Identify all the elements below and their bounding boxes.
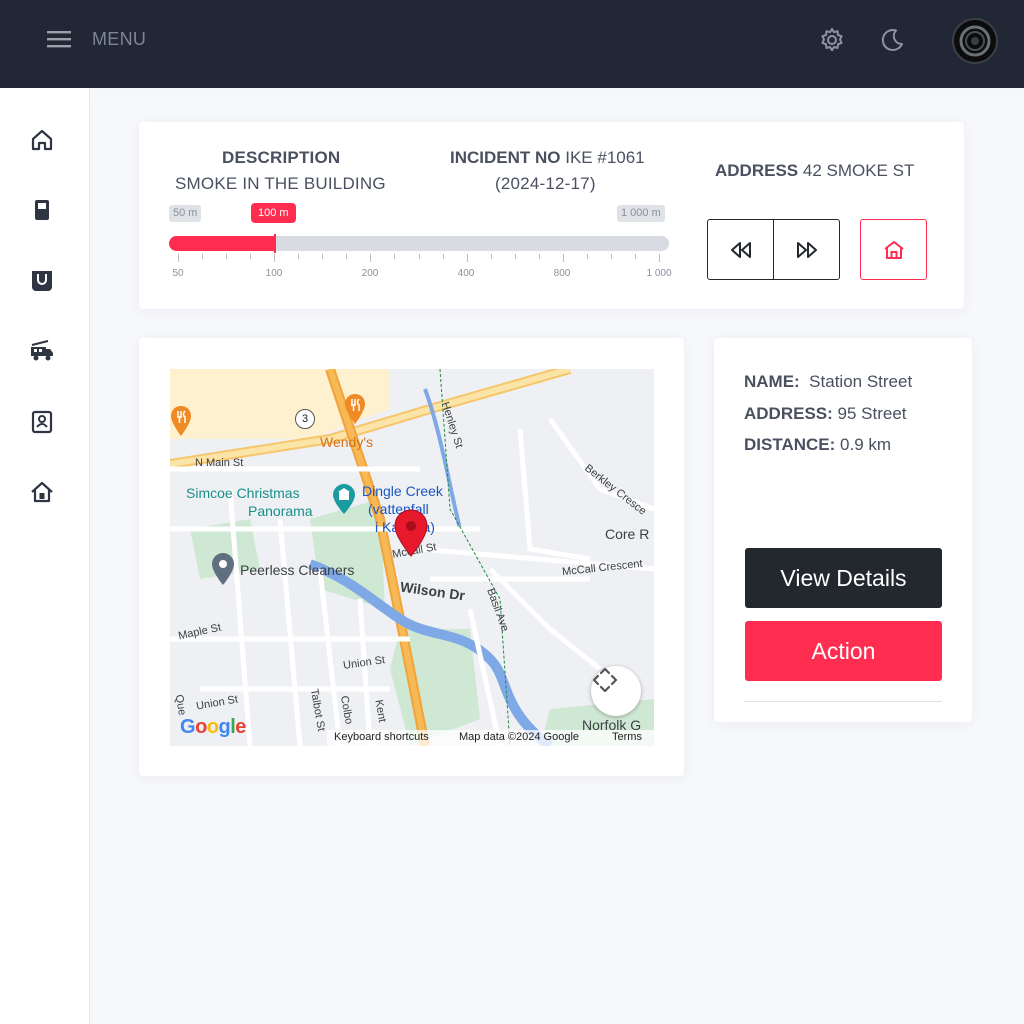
location-marker-icon[interactable] [394, 509, 428, 557]
incident-number: IKE #1061 [565, 148, 645, 167]
incident-number-line: INCIDENT NO IKE #1061 [450, 148, 645, 168]
slider-tick-label: 1 000 [646, 268, 672, 279]
slider-tick [586, 254, 588, 259]
slider-tick [490, 254, 492, 259]
home-outline-icon [883, 240, 904, 259]
slider-tick-label: 800 [553, 268, 571, 279]
address-line: ADDRESS 42 SMOKE ST [715, 161, 914, 181]
station-icon[interactable] [28, 478, 56, 506]
slider-tick [298, 254, 300, 259]
fast-forward-button[interactable] [773, 220, 839, 279]
range-min-badge: 50 m [169, 205, 202, 222]
map-data-credit: Map data ©2024 Google [459, 731, 580, 743]
slider-tick-label: 50 [172, 268, 184, 279]
rewind-icon [730, 241, 751, 258]
map-label-n-main: N Main St [195, 457, 244, 469]
slider-tick-label: 200 [361, 268, 379, 279]
description-title: DESCRIPTION [222, 148, 341, 167]
restaurant-pin-icon-2 [345, 394, 365, 424]
slider-tick [466, 254, 468, 262]
station-address-label: ADDRESS: [744, 404, 833, 423]
map-label-core: Core R [605, 526, 650, 542]
keyboard-shortcuts-link[interactable]: Keyboard shortcuts [334, 731, 429, 743]
slider-fill [169, 236, 274, 251]
range-value-badge: 100 m [251, 203, 296, 223]
map-label-panorama: Panorama [248, 503, 313, 519]
google-logo: Google [180, 716, 246, 738]
slider-tick [634, 254, 636, 259]
station-distance-row: DISTANCE: 0.9 km [744, 435, 891, 455]
fullscreen-button[interactable] [591, 666, 641, 716]
slider-tick [562, 254, 564, 262]
station-address-value: 95 Street [837, 404, 907, 423]
map-view[interactable]: Wendy's N Main St Simcoe Christmas Panor… [170, 369, 654, 746]
top-bar: MENU [0, 0, 1024, 88]
incident-title: INCIDENT NO [450, 148, 561, 167]
distance-slider[interactable] [169, 234, 669, 253]
rewind-button[interactable] [708, 220, 773, 279]
slider-tick-label: 100 [265, 268, 283, 279]
fast-forward-icon [796, 241, 817, 258]
description-text: SMOKE IN THE BUILDING [175, 174, 386, 193]
station-name-row: NAME: Station Street [744, 372, 912, 392]
contact-icon[interactable] [28, 408, 56, 436]
slider-tick [346, 254, 348, 259]
slider-tick [178, 254, 179, 262]
action-button[interactable]: Action [745, 621, 942, 681]
range-max-badge: 1 000 m [617, 205, 665, 222]
slider-tick [514, 254, 516, 259]
address-title: ADDRESS [715, 161, 799, 180]
fuel-icon[interactable] [28, 196, 56, 224]
map-label-simcoe: Simcoe Christmas [186, 485, 300, 501]
slider-tick [202, 254, 204, 259]
slider-tick [322, 254, 324, 259]
view-details-button[interactable]: View Details [745, 548, 942, 608]
address-value: 42 SMOKE ST [802, 161, 915, 180]
menu-toggle[interactable]: MENU [46, 28, 146, 50]
slider-tick [394, 254, 396, 259]
restaurant-pin-icon [171, 406, 191, 436]
avatar[interactable] [952, 18, 998, 64]
place-pin-icon [212, 553, 234, 585]
station-name-label: NAME: [744, 372, 800, 391]
map-label-peerless: Peerless Cleaners [240, 562, 355, 578]
slider-tick [250, 254, 252, 259]
slider-tick [659, 254, 660, 262]
station-address-row: ADDRESS: 95 Street [744, 404, 907, 424]
moon-icon[interactable] [878, 26, 906, 54]
nav-button-group [707, 219, 840, 280]
home-icon[interactable] [28, 126, 56, 154]
attraction-pin-icon [333, 484, 355, 514]
slider-tick [418, 254, 420, 259]
slider-tick [610, 254, 612, 259]
gear-icon[interactable] [818, 26, 846, 54]
map-label-wendys: Wendy's [320, 434, 373, 450]
terms-link[interactable]: Terms [612, 731, 642, 743]
station-distance-value: 0.9 km [840, 435, 892, 454]
pocket-icon[interactable] [28, 267, 56, 295]
slider-tick [274, 254, 276, 262]
slider-tick [370, 254, 372, 262]
home-button[interactable] [860, 219, 927, 280]
avatar-emblem-icon [959, 25, 991, 57]
station-name-value: Station Street [809, 372, 913, 391]
incident-date: (2024-12-17) [495, 174, 596, 193]
station-distance-label: DISTANCE: [744, 435, 836, 454]
map-label-dingle: Dingle Creek [362, 483, 443, 499]
menu-label: MENU [92, 28, 147, 49]
menu-icon [47, 31, 71, 48]
card-divider [744, 701, 942, 702]
slider-handle[interactable] [274, 234, 276, 253]
slider-tick [442, 254, 444, 259]
route-shield: 3 [295, 409, 315, 429]
slider-tick-label: 400 [457, 268, 475, 279]
slider-tick [538, 254, 540, 259]
slider-tick [226, 254, 228, 259]
fire-truck-icon[interactable] [28, 337, 56, 365]
sidebar [0, 88, 90, 1024]
fullscreen-icon [592, 667, 618, 693]
